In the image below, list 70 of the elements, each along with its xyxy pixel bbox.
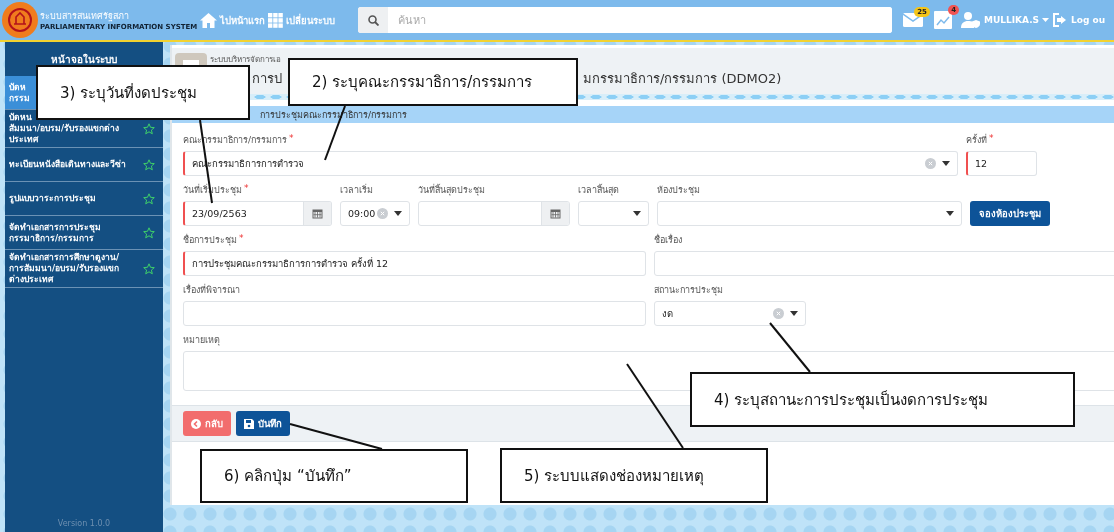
select-field[interactable]: งด [654,301,806,326]
required-mark: * [239,233,244,245]
chart-icon[interactable] [934,11,952,29]
input-value: การประชุมคณะกรรมาธิการการตำรวจ ครั้งที่ 12 [191,256,390,271]
field-label: ชื่อเรื่อง [654,233,682,247]
field-label: สถานะการประชุม [654,284,723,297]
callout-tooltip: 3) ระบุวันที่งดประชุม [36,65,250,120]
date-field[interactable] [418,201,570,226]
select-value: งด [661,307,674,321]
caret-icon [790,311,798,316]
envelope-icon[interactable] [903,13,923,27]
field-label: วันที่สิ้นสุดประชุม [418,183,485,197]
select-field[interactable] [657,201,962,226]
search-icon [367,14,379,26]
calendar-icon[interactable] [550,208,561,219]
sidebar-item[interactable]: ทะเบียนหนังสือเดินทางและวีซ่า [5,148,163,182]
leader-line [769,322,811,373]
star-icon[interactable] [143,262,155,275]
page-title: การป [252,70,282,88]
calendar-icon[interactable] [312,208,323,219]
field-label: เวลาเริ่ม [340,183,373,197]
callout-tooltip: 5) ระบบแสดงช่องหมายเหตุ [500,448,768,503]
required-mark: * [989,133,994,145]
version-label: Version 1.0.0 [56,519,112,530]
sidebar-title: หน้าจอในระบบ [50,52,118,67]
input-field[interactable]: การประชุมคณะกรรมาธิการการตำรวจ ครั้งที่ 12 [183,251,646,276]
book-room-button[interactable]: จองห้องประชุม [970,201,1050,226]
save-icon [244,418,254,429]
caret-icon [1042,18,1050,22]
field-label: ห้องประชุม [657,184,700,197]
required-mark: * [244,183,249,195]
sidebar-item[interactable]: จัดทำเอกสารการศึกษาดูงาน/ การสัมมนา/อบรม/รับรองแขก ต่างประเทศ [5,250,163,288]
callout-tooltip: 4) ระบุสถานะการประชุมเป็นงดการประชุม [690,372,1075,427]
input-field[interactable] [183,301,646,326]
caret-icon [942,161,950,166]
field-label: เวลาสิ้นสุด [578,183,619,197]
input-field[interactable]: 12 [966,151,1037,176]
sidebar-item[interactable]: จัดทำเอกสารการประชุม กรรมาธิการ/กรรมการ [5,216,163,250]
sidebar-item[interactable]: รูปแบบวาระการประชุม [5,182,163,216]
caret-icon [633,211,641,216]
chevron-left-icon [191,418,201,429]
page-title: มกรรมาธิการ/กรรมการ (DDMO2) [583,70,782,88]
logo-title: ระบบสารสนเทศรัฐสภา [40,10,130,23]
select-value: 09:00 [347,208,377,219]
input-value: 12 [974,158,989,169]
callout-tooltip: 6) คลิกปุ่ม “บันทึก” [200,449,468,503]
select-field[interactable] [578,201,649,226]
user-shield-icon [961,12,981,28]
star-icon[interactable] [143,122,155,135]
home-icon [200,12,218,28]
required-mark: * [289,133,294,145]
breadcrumb: ระบบบริหารจัดการเอ [210,54,282,66]
field-label: เรื่องที่พิจารณา [183,283,240,297]
callout-tooltip: 2) ระบุคณะกรรมาธิการ/กรรมการ [288,58,578,106]
field-label: ชื่อการประชุม [183,233,237,247]
star-icon[interactable] [143,226,155,239]
field-label: ครั้งที่ [966,133,987,147]
input-field[interactable] [654,251,1114,276]
caret-icon [946,211,954,216]
logo-emblem [2,2,38,38]
date-value: 23/09/2563 [191,208,248,219]
date-field[interactable]: 23/09/2563 [183,201,332,226]
grid-icon [268,12,284,28]
field-label: หมายเหตุ [183,334,220,347]
save-button[interactable]: บันทึก [236,411,290,436]
search-field[interactable]: ค้นหา [358,7,892,33]
star-icon[interactable] [143,192,155,205]
caret-icon [394,211,402,216]
star-icon[interactable] [143,158,155,171]
select-field[interactable]: 09:00 [340,201,410,226]
